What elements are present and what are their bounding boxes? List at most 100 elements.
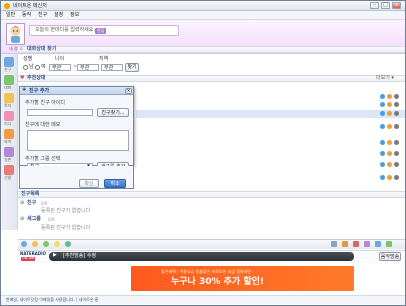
region-select[interactable]: 무관 [101,64,123,71]
music-broadcast-button[interactable]: 음악방송 [379,252,401,261]
left-nav-label-cy: 싸이 [4,139,12,144]
friends-header [18,191,405,198]
find-friend-button[interactable]: 친구찾기... [97,108,129,117]
ilchon-nav-icon[interactable] [4,147,14,157]
search-header-title: 대화상대 찾기 [27,46,57,52]
age-from-select[interactable]: 무관 [49,64,71,71]
add-icon[interactable] [394,102,399,107]
title-bar[interactable] [1,1,405,11]
left-nav-label-chat: 대화 [4,85,12,90]
list-item[interactable] [136,139,405,147]
note-nav-icon[interactable] [4,93,14,103]
left-nav-label-ilchon: 일촌 [4,157,12,162]
search-friend-icon[interactable] [43,241,49,247]
menu-settings[interactable]: 설정 [54,13,63,18]
cyworld-icon[interactable] [387,111,392,116]
age-to-select[interactable]: 무관 [77,64,99,71]
left-nav-label-friends: 친구 [4,67,12,72]
list-item[interactable] [136,101,405,109]
window-title: 네이트온 메신저 [13,3,47,9]
heart-nav-icon[interactable] [4,111,14,121]
dialog-close-button[interactable]: × [125,88,132,94]
add-icon[interactable] [394,124,399,129]
search-button[interactable]: 찾기 [125,63,139,72]
add-friend-icon[interactable] [21,241,27,247]
messenger-window: 네이트온 메신저 – □ × 일반 동작 친구 설정 정보 내 정보 오늘의 한… [0,0,406,306]
list-item[interactable] [136,93,405,101]
group-name[interactable]: 친구 [27,201,36,206]
menu-action[interactable]: 동작 [22,13,31,18]
menu-info[interactable]: 정보 [70,13,79,18]
cyworld-icon[interactable] [387,124,392,129]
add-icon[interactable] [394,151,399,156]
group-icon[interactable] [32,241,38,247]
maximize-button[interactable]: □ [381,2,390,9]
gift-icon[interactable] [364,241,370,247]
group-count: 0/0 [41,201,48,206]
group-name[interactable]: 새그룹 [27,217,41,222]
add-icon[interactable] [394,111,399,116]
avatar[interactable] [6,23,25,45]
chat-icon[interactable] [380,102,385,107]
list-item-selected[interactable] [136,110,405,118]
add-icon[interactable] [394,94,399,99]
gift-nav-icon[interactable] [4,165,14,175]
group-empty-text: 등록된 친구가 없습니다 [41,208,91,214]
chat-icon[interactable] [380,124,385,129]
list-item[interactable] [136,150,405,158]
ok-button[interactable]: 확인 [79,179,99,188]
friend-id-input[interactable] [27,109,93,116]
cancel-button[interactable]: 취소 [104,179,126,188]
add-icon[interactable] [394,162,399,167]
cyworld-icon[interactable] [387,102,392,107]
ad-top-text: 할인혜택 | 이용요금 맞춤할인 프로모션 지금 참여하면 [161,269,251,274]
group-empty-text: 등록된 친구가 없습니다 [41,225,91,231]
game-icon[interactable] [386,241,392,247]
recommend-more-link[interactable]: 더보기 ▾ [376,76,394,81]
cyworld-icon[interactable] [387,140,392,145]
chat-icon[interactable] [380,175,385,180]
phone-icon[interactable] [65,241,71,247]
friends-nav-icon[interactable] [4,57,14,67]
age-label: 나이 [55,56,65,62]
chat-icon[interactable] [380,162,385,167]
cyworld-icon[interactable] [387,94,392,99]
close-button[interactable]: × [392,2,401,9]
memo-icon[interactable] [375,241,381,247]
sms-icon[interactable] [353,241,359,247]
ad-main-text: 누구나 30% 추가 할인! [171,277,265,287]
list-item[interactable] [136,161,405,169]
search-icon: ⌕ [20,46,23,52]
cyworld-nav-icon[interactable] [4,129,14,139]
left-nav-label-mini: 미니 [4,121,12,126]
tool-icon[interactable] [331,241,337,247]
gender-label: 성별 [23,56,33,62]
chat-icon[interactable] [380,111,385,116]
menu-friends[interactable]: 친구 [38,13,47,18]
add-icon[interactable] [394,140,399,145]
list-item[interactable] [136,174,405,182]
group-toggle-icon[interactable]: ⊖ [20,201,24,206]
female-radio[interactable] [35,65,40,70]
friend-memo-textarea[interactable] [27,130,129,151]
heart-icon: ♥ [20,75,25,81]
cyworld-icon[interactable] [387,162,392,167]
minimize-button[interactable]: – [370,2,379,9]
group-toggle-icon[interactable]: ⊖ [20,217,24,222]
add-icon[interactable] [394,175,399,180]
list-item[interactable] [136,123,405,131]
male-radio[interactable] [23,65,28,70]
bulb-icon[interactable] [54,241,60,247]
cyworld-icon[interactable] [387,175,392,180]
menu-general[interactable]: 일반 [6,13,15,18]
mail-icon[interactable] [342,241,348,247]
chat-icon[interactable] [380,151,385,156]
cyworld-icon[interactable] [387,151,392,156]
chat-icon[interactable] [380,94,385,99]
chat-icon[interactable] [380,140,385,145]
avatar-character-icon [10,26,21,43]
status-text[interactable]: 한메일, 네이트닷컴 이메일을 사용합니다. | 네이트온 홈 [6,298,98,302]
edit-button[interactable]: 편집 [95,28,107,34]
chat-nav-icon[interactable] [4,75,14,85]
play-icon[interactable]: ▶ [53,253,57,258]
